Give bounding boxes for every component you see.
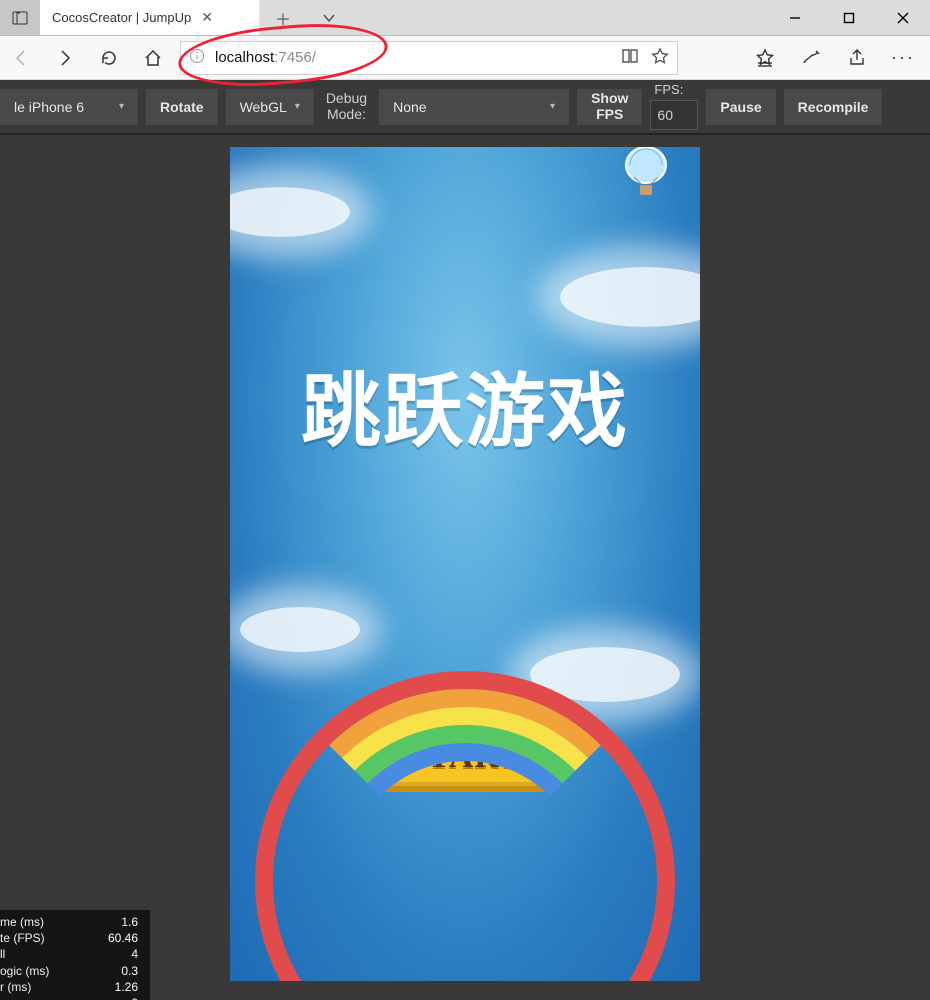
browser-actions: ··· xyxy=(754,47,920,69)
reading-view-icon[interactable] xyxy=(621,47,639,69)
share-icon[interactable] xyxy=(846,47,868,69)
pause-button[interactable]: Pause xyxy=(706,89,775,125)
url-host: localhost xyxy=(215,49,274,66)
show-fps-button[interactable]: Show FPS xyxy=(577,89,642,125)
stats-row: ll4 xyxy=(0,946,144,962)
chevron-down-icon: ▾ xyxy=(295,101,300,112)
game-canvas[interactable]: 跳跃游戏 START xyxy=(230,147,700,981)
refresh-button[interactable] xyxy=(92,41,126,75)
renderer-dropdown[interactable]: WebGL ▾ xyxy=(226,89,314,125)
fps-label: FPS: xyxy=(650,83,698,97)
stats-row: me (ms)1.6 xyxy=(0,914,144,930)
device-dropdown[interactable]: le iPhone 6 ▾ xyxy=(0,89,138,125)
site-info-icon[interactable] xyxy=(189,48,205,68)
close-window-button[interactable] xyxy=(876,0,930,35)
stats-row: 0 xyxy=(0,995,144,1000)
browser-tabstrip: CocosCreator | JumpUp ✕ ＋ xyxy=(0,0,930,36)
sidebar-toggle-icon[interactable] xyxy=(0,0,40,35)
chevron-down-icon: ▾ xyxy=(119,101,124,112)
stage-area: 跳跃游戏 START me (ms)1.6 te (FPS)60.46 ll4 … xyxy=(0,135,930,1000)
fps-input[interactable] xyxy=(650,100,698,130)
debug-mode-label: Debug Mode: xyxy=(322,91,371,122)
forward-button[interactable] xyxy=(48,41,82,75)
url-rest: :7456/ xyxy=(274,49,316,66)
stats-row: r (ms)1.26 xyxy=(0,979,144,995)
favorite-icon[interactable] xyxy=(651,47,669,69)
tab-title: CocosCreator | JumpUp xyxy=(52,10,191,25)
close-icon[interactable]: ✕ xyxy=(201,9,213,26)
rotate-button[interactable]: Rotate xyxy=(146,89,218,125)
home-button[interactable] xyxy=(136,41,170,75)
window-controls xyxy=(768,0,930,35)
minimize-button[interactable] xyxy=(768,0,822,35)
balloon-sprite xyxy=(620,147,672,207)
stats-overlay: me (ms)1.6 te (FPS)60.46 ll4 ogic (ms)0.… xyxy=(0,910,150,1000)
stats-row: ogic (ms)0.3 xyxy=(0,963,144,979)
favorites-list-icon[interactable] xyxy=(754,47,776,69)
debug-mode-dropdown[interactable]: None ▾ xyxy=(379,89,569,125)
address-bar[interactable]: localhost:7456/ xyxy=(180,41,678,75)
stats-row: te (FPS)60.46 xyxy=(0,930,144,946)
tabs-dropdown-icon[interactable] xyxy=(306,0,352,35)
browser-tab-active[interactable]: CocosCreator | JumpUp ✕ xyxy=(40,0,260,35)
game-title: 跳跃游戏 xyxy=(230,347,700,463)
notes-icon[interactable] xyxy=(800,47,822,69)
new-tab-button[interactable]: ＋ xyxy=(260,0,306,35)
maximize-button[interactable] xyxy=(822,0,876,35)
recompile-button[interactable]: Recompile xyxy=(784,89,883,125)
device-value: le iPhone 6 xyxy=(14,99,84,115)
browser-toolbar: localhost:7456/ ··· xyxy=(0,36,930,80)
chevron-down-icon: ▾ xyxy=(550,101,555,112)
back-button[interactable] xyxy=(4,41,38,75)
more-icon[interactable]: ··· xyxy=(892,47,914,69)
cocos-toolbar: le iPhone 6 ▾ Rotate WebGL ▾ Debug Mode:… xyxy=(0,80,930,135)
rainbow-sprite xyxy=(255,671,675,981)
